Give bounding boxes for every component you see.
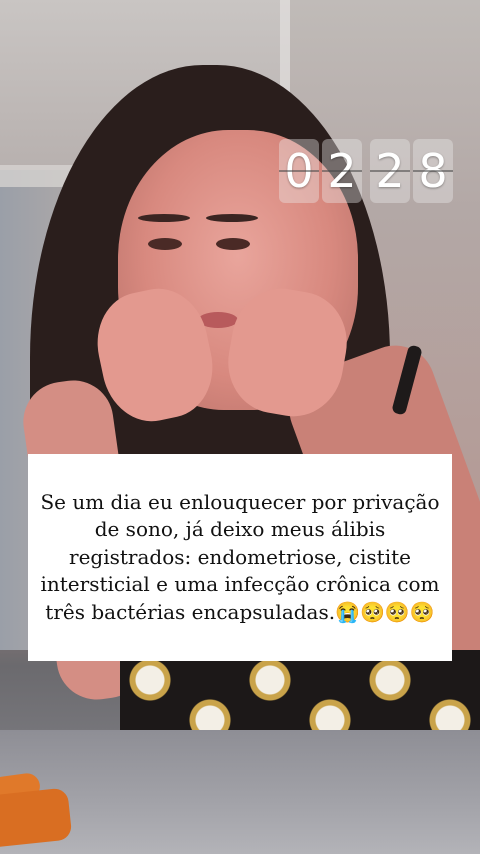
left-eyebrow: [138, 214, 190, 222]
clock-digit-hour-units: 2: [322, 139, 362, 203]
clock-hours: 0 2: [279, 139, 362, 203]
table-surface: [0, 730, 480, 854]
clock-digit-minute-units: 8: [413, 139, 453, 203]
story-photo: 0 2 2 8 Se um dia eu enlouquecer por pri…: [0, 0, 480, 854]
carrot-large: [0, 787, 73, 849]
caption-box: Se um dia eu enlouquecer por privação de…: [28, 454, 452, 661]
clock-minutes: 2 8: [370, 139, 453, 203]
clock-digit-hour-tens: 0: [279, 139, 319, 203]
right-eye: [216, 238, 250, 250]
flip-clock-sticker: 0 2 2 8: [279, 139, 453, 203]
left-eye: [148, 238, 182, 250]
clock-digit-minute-tens: 2: [370, 139, 410, 203]
right-eyebrow: [206, 214, 258, 222]
caption-text: Se um dia eu enlouquecer por privação de…: [40, 489, 440, 624]
